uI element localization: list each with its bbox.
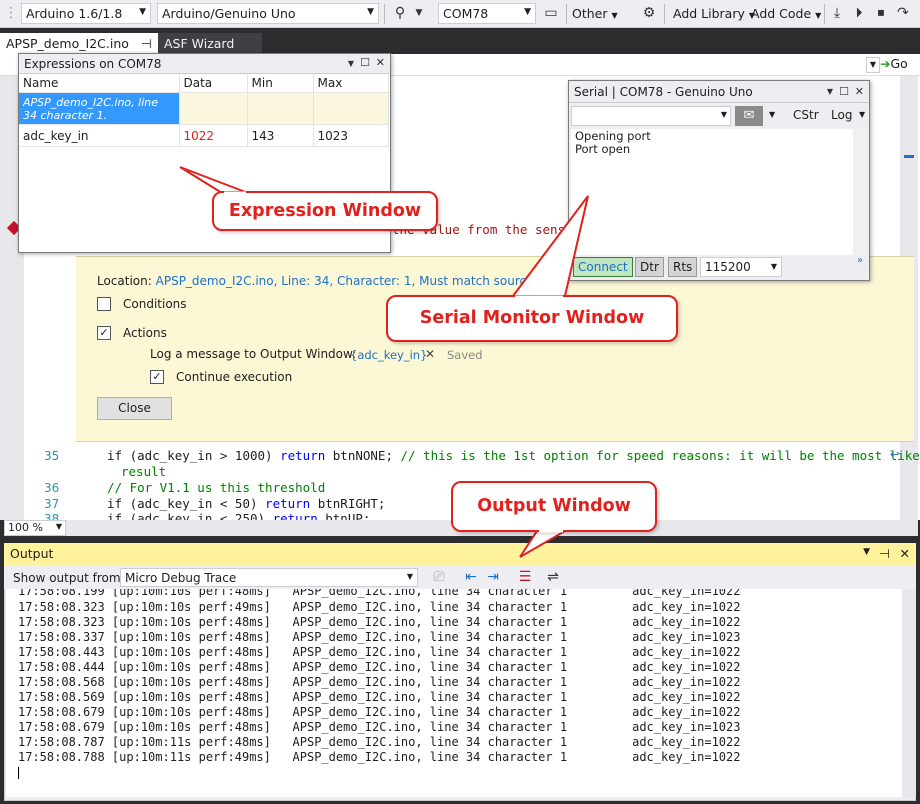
callout-pointer-covers (224, 191, 563, 533)
